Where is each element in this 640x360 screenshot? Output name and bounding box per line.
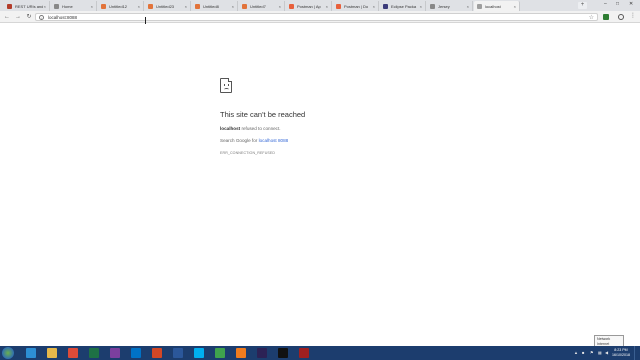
tab[interactable]: Postman | Do ×: [333, 1, 379, 11]
tab[interactable]: Untitled7 ×: [239, 1, 285, 11]
ie-icon[interactable]: [26, 348, 36, 358]
search-suggestion: Search Google for localhost 8088: [220, 138, 480, 143]
tab-title: Untitled23: [156, 3, 175, 9]
sad-page-icon: [220, 78, 232, 93]
error-refused-text: refused to connect.: [241, 126, 281, 131]
tab-title: Home: [62, 3, 73, 9]
tab-title: Eclipse Packa: [391, 3, 417, 9]
tab[interactable]: localhost ×: [474, 1, 520, 11]
search-prefix: Search Google for: [220, 138, 258, 143]
tab[interactable]: REST URIs and ×: [4, 1, 50, 11]
powerpoint-icon[interactable]: [152, 348, 162, 358]
profile-icon[interactable]: [618, 14, 624, 20]
tab-favicon-icon: [477, 3, 482, 9]
skype-icon[interactable]: [194, 348, 204, 358]
close-window-icon[interactable]: ✕: [629, 1, 633, 7]
tab[interactable]: Postman | Ap ×: [286, 1, 332, 11]
tab-favicon-icon: [336, 3, 341, 9]
tab-title: REST URIs and: [15, 3, 43, 9]
tab-close-icon[interactable]: ×: [514, 4, 516, 9]
flag-icon[interactable]: ⚑: [590, 350, 594, 355]
error-message: localhost refused to connect.: [220, 126, 480, 131]
app-orange-icon[interactable]: [236, 348, 246, 358]
tab-title: Postman | Do: [344, 3, 369, 9]
tab-close-icon[interactable]: ×: [91, 4, 93, 9]
tab-title: Untitled7: [250, 3, 266, 9]
bookmark-star-icon[interactable]: ☆: [589, 14, 594, 21]
tab-title: Postman | Ap: [297, 3, 321, 9]
site-info-icon[interactable]: i: [39, 15, 44, 20]
tab[interactable]: Jersey ×: [427, 1, 473, 11]
tab-favicon-icon: [383, 3, 388, 9]
reload-icon[interactable]: ↻: [25, 13, 33, 21]
tab-close-icon[interactable]: ×: [232, 4, 234, 9]
browser-toolbar: ← → ↻ i localhost:8088 ☆ ⋮: [0, 11, 640, 23]
system-clock[interactable]: 8:23 PM 16/10/2018: [612, 348, 630, 358]
menu-icon[interactable]: ⋮: [630, 13, 636, 19]
start-button[interactable]: [2, 347, 14, 359]
tab-favicon-icon: [195, 3, 200, 9]
tab-favicon-icon: [7, 3, 12, 9]
new-tab-button[interactable]: +: [578, 2, 587, 9]
show-desktop-button[interactable]: [634, 346, 640, 360]
error-panel: This site can't be reached localhost ref…: [220, 78, 480, 155]
terminal-icon[interactable]: [278, 348, 288, 358]
tab-title: Jersey: [438, 3, 450, 9]
tab-strip: REST URIs and × Home × Untitled12 × Untitled23…: [0, 0, 640, 11]
network-icon[interactable]: ▦: [598, 350, 602, 355]
onenote-icon[interactable]: [110, 348, 120, 358]
tab-favicon-icon: [430, 3, 435, 9]
tab-favicon-icon: [101, 3, 106, 9]
text-cursor-icon: [145, 17, 147, 24]
tab-close-icon[interactable]: ×: [420, 4, 422, 9]
tray-app-icon[interactable]: ■: [582, 350, 584, 355]
tab[interactable]: Home ×: [51, 1, 97, 11]
outlook-icon[interactable]: [131, 348, 141, 358]
tab-close-icon[interactable]: ×: [326, 4, 328, 9]
tab-close-icon[interactable]: ×: [44, 4, 46, 9]
error-code: ERR_CONNECTION_REFUSED: [220, 151, 276, 155]
search-google-link[interactable]: localhost 8088: [259, 138, 289, 143]
app-red-icon[interactable]: [299, 348, 309, 358]
tab-favicon-icon: [242, 3, 247, 9]
maximize-icon[interactable]: □: [616, 1, 619, 7]
excel-icon[interactable]: [89, 348, 99, 358]
tab[interactable]: Untitled23 ×: [145, 1, 191, 11]
tab-favicon-icon: [148, 3, 153, 9]
tab[interactable]: Untitled12 ×: [98, 1, 144, 11]
tab[interactable]: Untitled8 ×: [192, 1, 238, 11]
tab[interactable]: Eclipse Packa ×: [380, 1, 426, 11]
tab-favicon-icon: [289, 3, 294, 9]
forward-icon[interactable]: →: [14, 13, 22, 21]
tab-close-icon[interactable]: ×: [185, 4, 187, 9]
tab-title: Untitled12: [109, 3, 128, 9]
tab-close-icon[interactable]: ×: [467, 4, 469, 9]
explorer-icon[interactable]: [47, 348, 57, 358]
minimize-icon[interactable]: –: [604, 1, 607, 7]
eclipse-icon[interactable]: [257, 348, 267, 358]
clock-date: 16/10/2018: [612, 353, 630, 357]
tab-title: Untitled8: [203, 3, 219, 9]
tab-close-icon[interactable]: ×: [279, 4, 281, 9]
chrome-icon[interactable]: [68, 348, 78, 358]
error-title: This site can't be reached: [220, 110, 306, 119]
tab-close-icon[interactable]: ×: [373, 4, 375, 9]
volume-icon[interactable]: ◀: [605, 350, 608, 355]
taskbar: ▲ ■ ⚑ ▦ ◀ 8:23 PM 16/10/2018: [0, 346, 640, 360]
back-icon[interactable]: ←: [3, 13, 11, 21]
app-green-icon[interactable]: [215, 348, 225, 358]
extension-icon[interactable]: [603, 14, 609, 20]
address-bar-url[interactable]: localhost:8088: [48, 15, 77, 20]
tab-close-icon[interactable]: ×: [138, 4, 140, 9]
address-bar[interactable]: i localhost:8088 ☆: [35, 13, 598, 21]
tab-title: localhost: [485, 3, 501, 9]
tray-arrow-icon[interactable]: ▲: [574, 350, 578, 355]
word-icon[interactable]: [173, 348, 183, 358]
error-host: localhost: [220, 126, 241, 131]
tab-favicon-icon: [54, 3, 59, 9]
